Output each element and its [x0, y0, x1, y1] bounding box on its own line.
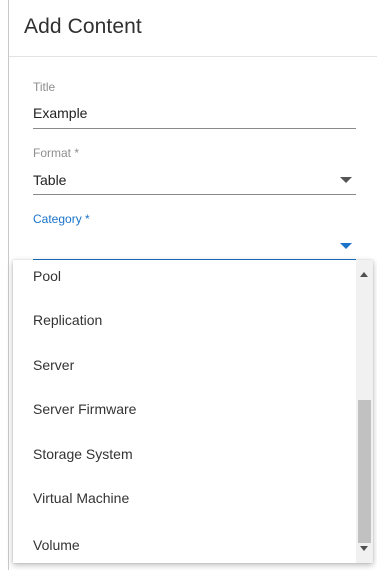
- dialog-title: Add Content: [24, 15, 142, 38]
- option-server-firmware[interactable]: Server Firmware: [13, 387, 355, 432]
- title-field[interactable]: Title Example: [33, 80, 356, 130]
- option-storage-system[interactable]: Storage System: [13, 432, 355, 477]
- option-volume[interactable]: Volume: [13, 523, 355, 563]
- title-field-value: Example: [33, 105, 88, 121]
- category-select-label: Category *: [33, 212, 90, 226]
- option-pool[interactable]: Pool: [13, 260, 355, 299]
- scroll-down-arrow-icon[interactable]: [360, 546, 368, 551]
- scroll-up-arrow-icon[interactable]: [360, 272, 368, 277]
- chevron-down-icon[interactable]: [340, 243, 352, 249]
- category-dropdown: Pool Replication Server Server Firmware …: [13, 260, 373, 563]
- title-field-underline: [33, 128, 356, 129]
- chevron-down-icon[interactable]: [340, 177, 352, 183]
- format-select[interactable]: Format * Table: [33, 146, 356, 196]
- format-select-label: Format *: [33, 146, 80, 160]
- option-virtual-machine[interactable]: Virtual Machine: [13, 476, 355, 521]
- dialog-header: Add Content: [9, 0, 377, 57]
- scrollbar-thumb[interactable]: [358, 400, 371, 543]
- option-server[interactable]: Server: [13, 343, 355, 388]
- category-select[interactable]: Category *: [33, 212, 356, 264]
- title-field-label: Title: [33, 80, 56, 94]
- option-replication[interactable]: Replication: [13, 298, 355, 343]
- format-select-underline: [33, 194, 356, 195]
- dropdown-scrollbar[interactable]: [356, 260, 373, 563]
- format-select-value: Table: [33, 172, 67, 188]
